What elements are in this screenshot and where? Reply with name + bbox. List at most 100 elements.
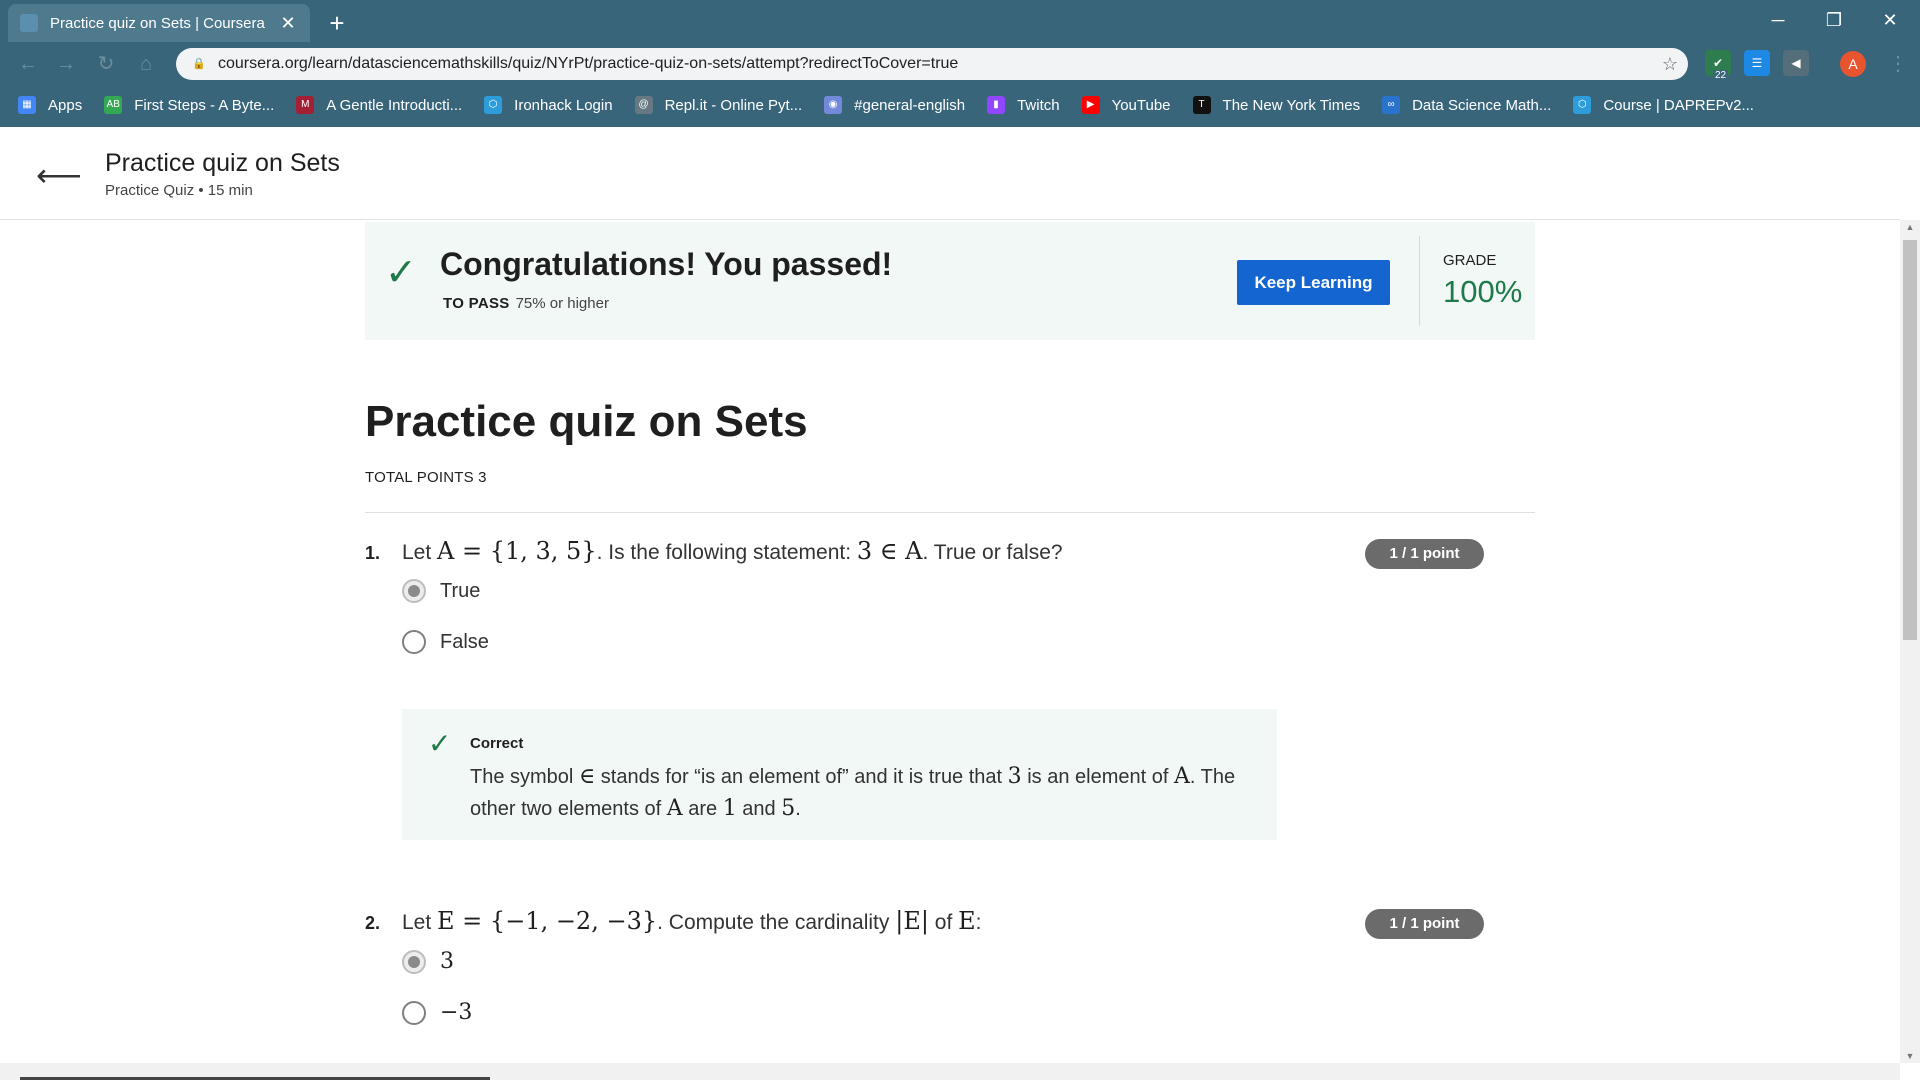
checkmark-icon: ✓ bbox=[385, 252, 417, 294]
grade-divider bbox=[1419, 236, 1420, 326]
bookmark-apps[interactable]: ▦ Apps bbox=[18, 96, 82, 114]
correct-check-icon: ✓ bbox=[428, 728, 452, 759]
header-title: Practice quiz on Sets bbox=[105, 149, 340, 177]
restore-icon[interactable]: ❐ bbox=[1806, 0, 1862, 40]
quiz-header: ⟵ Practice quiz on Sets Practice Quiz • … bbox=[0, 127, 1900, 220]
browser-toolbar: ← → ↻ ⌂ 🔒 coursera.org/learn/datascience… bbox=[0, 42, 1920, 86]
bookmark-twitch[interactable]: ▮ Twitch bbox=[987, 96, 1060, 114]
browser-tab-active[interactable]: Practice quiz on Sets | Coursera ✕ bbox=[8, 4, 310, 42]
ironhack-icon: ⬡ bbox=[484, 96, 503, 114]
bookmark-youtube[interactable]: ▶ YouTube bbox=[1081, 96, 1171, 114]
total-points: TOTAL POINTS 3 bbox=[365, 469, 487, 486]
grade-value: 100% bbox=[1443, 274, 1523, 309]
feedback-math: ∈ bbox=[578, 764, 596, 789]
to-pass-value: 75% or higher bbox=[515, 295, 609, 312]
profile-avatar[interactable]: A bbox=[1840, 51, 1866, 77]
back-nav-icon[interactable]: ← bbox=[14, 50, 42, 78]
question-number: 1. bbox=[365, 543, 381, 563]
bookmark-ironhack[interactable]: ⬡ Ironhack Login bbox=[484, 96, 613, 114]
bookmark-data-science-math[interactable]: ∞ Data Science Math... bbox=[1382, 96, 1551, 114]
url-text[interactable]: coursera.org/learn/datasciencemathskills… bbox=[218, 55, 1652, 73]
radio-unselected-icon[interactable] bbox=[402, 630, 426, 654]
bookmark-course-daprep[interactable]: ⬡ Course | DAPREPv2... bbox=[1573, 96, 1754, 114]
feedback-text-part: is an element of bbox=[1021, 766, 1174, 788]
tab-bar: Practice quiz on Sets | Coursera ✕ + ─ ❐… bbox=[0, 0, 1920, 42]
reload-icon[interactable]: ↻ bbox=[92, 50, 120, 78]
twitch-icon: ▮ bbox=[987, 96, 1006, 114]
answer-option[interactable]: False bbox=[402, 630, 489, 654]
bookmark-replit[interactable]: @ Repl.it - Online Pyt... bbox=[634, 96, 802, 114]
forward-nav-icon[interactable]: → bbox=[52, 50, 80, 78]
pass-title: Congratulations! You passed! bbox=[440, 246, 893, 282]
feedback-text-part: are bbox=[682, 798, 723, 820]
question-text: Let E = {−1, −2, −3}. Compute the cardin… bbox=[402, 907, 982, 935]
question-2: 2. Let E = {−1, −2, −3}. Compute the car… bbox=[365, 907, 1535, 1067]
question-text: Let A = {1, 3, 5}. Is the following stat… bbox=[402, 537, 1063, 565]
radio-unselected-icon[interactable] bbox=[402, 1000, 426, 1025]
question-text-part: : bbox=[975, 911, 982, 934]
course-icon: ⬡ bbox=[1573, 96, 1592, 114]
bookmark-first-steps[interactable]: AB First Steps - A Byte... bbox=[104, 96, 274, 114]
feedback-label: Correct bbox=[470, 735, 524, 752]
section-divider bbox=[365, 512, 1535, 513]
header-subtitle: Practice Quiz • 15 min bbox=[105, 182, 253, 199]
question-text-part: . True or false? bbox=[922, 541, 1063, 564]
apps-grid-icon: ▦ bbox=[18, 96, 36, 114]
question-text-part: Let bbox=[402, 911, 438, 934]
extension-megaphone-icon[interactable]: ◀ bbox=[1783, 50, 1809, 76]
bookmark-gentle-intro[interactable]: MA Gentle Introducti... bbox=[296, 96, 462, 114]
lock-icon: 🔒 bbox=[192, 58, 206, 70]
option-label: −3 bbox=[440, 1000, 473, 1025]
question-math: E = {−1, −2, −3} bbox=[437, 907, 658, 935]
new-tab-button[interactable]: + bbox=[320, 8, 354, 38]
minimize-icon[interactable]: ─ bbox=[1750, 0, 1806, 40]
back-arrow-icon[interactable]: ⟵ bbox=[36, 159, 82, 191]
radio-selected-icon[interactable] bbox=[402, 949, 426, 974]
keep-learning-button[interactable]: Keep Learning bbox=[1237, 260, 1390, 305]
option-label: 3 bbox=[440, 949, 454, 974]
question-math: E bbox=[958, 907, 976, 935]
answer-option[interactable]: −3 bbox=[402, 1000, 472, 1025]
question-1: 1. Let A = {1, 3, 5}. Is the following s… bbox=[365, 537, 1535, 857]
bookmark-general-english[interactable]: ◉ #general-english bbox=[824, 96, 965, 114]
radio-selected-icon[interactable] bbox=[402, 579, 426, 603]
close-window-icon[interactable]: ✕ bbox=[1862, 0, 1918, 40]
quiz-title: Practice quiz on Sets bbox=[365, 397, 808, 446]
answer-option[interactable]: True bbox=[402, 579, 480, 603]
scroll-up-icon[interactable]: ▲ bbox=[1900, 222, 1920, 232]
mit-ocw-icon: M bbox=[296, 96, 315, 114]
scroll-down-icon[interactable]: ▼ bbox=[1900, 1051, 1920, 1061]
feedback-box: ✓ Correct The symbol ∈ stands for “is an… bbox=[402, 709, 1277, 840]
home-icon[interactable]: ⌂ bbox=[132, 50, 160, 78]
feedback-text: The symbol ∈ stands for “is an element o… bbox=[470, 761, 1270, 825]
feedback-math: 3 bbox=[1007, 764, 1022, 789]
grade-label: GRADE bbox=[1443, 252, 1497, 269]
answer-option[interactable]: 3 bbox=[402, 949, 454, 974]
vertical-scrollbar[interactable]: ▲ ▼ bbox=[1900, 220, 1920, 1063]
feedback-text-part: . bbox=[795, 798, 801, 820]
tab-close-icon[interactable]: ✕ bbox=[278, 13, 298, 34]
browser-menu-icon[interactable]: ⋮ bbox=[1884, 50, 1912, 78]
question-text-part: . Compute the cardinality bbox=[657, 911, 896, 934]
question-text-part: of bbox=[928, 911, 959, 934]
scrollbar-thumb[interactable] bbox=[1903, 240, 1917, 640]
option-label: False bbox=[440, 630, 489, 653]
question-math: 3 ∈ A bbox=[856, 537, 923, 565]
question-number: 2. bbox=[365, 913, 381, 933]
option-label: True bbox=[440, 579, 481, 602]
feedback-math: A bbox=[1173, 764, 1190, 789]
feedback-text-part: and bbox=[736, 798, 782, 820]
points-badge: 1 / 1 point bbox=[1365, 909, 1484, 939]
bookmark-star-icon[interactable]: ☆ bbox=[1652, 54, 1688, 75]
tab-title: Practice quiz on Sets | Coursera bbox=[50, 14, 265, 32]
feedback-math: A bbox=[666, 796, 683, 821]
coursera-icon: ∞ bbox=[1382, 96, 1401, 114]
bookmark-nyt[interactable]: T The New York Times bbox=[1192, 96, 1360, 114]
pass-requirement: TO PASS 75% or higher bbox=[443, 295, 609, 312]
address-bar[interactable]: 🔒 coursera.org/learn/datasciencemathskil… bbox=[176, 48, 1688, 80]
replit-icon: @ bbox=[634, 96, 653, 114]
extension-list-icon[interactable]: ☰ bbox=[1744, 50, 1770, 76]
question-text-part: Let bbox=[402, 541, 438, 564]
horizontal-scrollbar[interactable] bbox=[0, 1063, 1900, 1080]
feedback-math: 5 bbox=[781, 796, 796, 821]
